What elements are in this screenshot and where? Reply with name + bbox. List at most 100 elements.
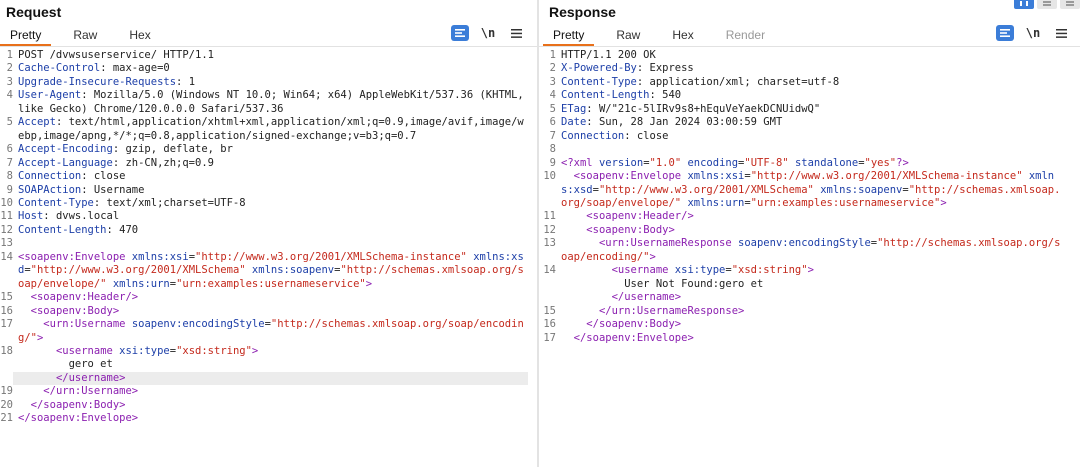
- code-line: 13 <urn:UsernameResponse soapenv:encodin…: [543, 237, 1080, 264]
- code-text: <username xsi:type="xsd:string">: [13, 345, 528, 358]
- request-tab-pretty[interactable]: Pretty: [0, 26, 52, 46]
- code-line: 15 <soapenv:Header/>: [0, 291, 537, 304]
- code-text: </soapenv:Envelope>: [13, 412, 528, 425]
- code-token: </urn:Username>: [43, 385, 139, 398]
- code-token: : Express: [636, 62, 694, 75]
- line-number: 21: [0, 412, 13, 425]
- code-text: </urn:UsernameResponse>: [556, 305, 1061, 318]
- line-number: 13: [543, 237, 556, 250]
- response-tab-pretty[interactable]: Pretty: [543, 26, 595, 46]
- menu-icon[interactable]: [507, 25, 525, 41]
- pretty-toggle-icon[interactable]: [996, 25, 1014, 41]
- line-number: 15: [0, 291, 13, 304]
- code-line: 17 </soapenv:Envelope>: [543, 332, 1080, 345]
- code-text: HTTP/1.1 200 OK: [556, 49, 1061, 62]
- line-number: 11: [0, 210, 13, 223]
- code-token: Upgrade-Insecure-Requests: [18, 75, 177, 88]
- line-number: 2: [549, 62, 556, 75]
- code-token: Connection: [561, 129, 625, 142]
- line-number: 16: [543, 318, 556, 331]
- code-token: >: [36, 331, 44, 344]
- line-number: 12: [0, 223, 13, 236]
- request-editor[interactable]: 1 POST /dvwsuserservice/ HTTP/1.1 2 Cache-C…: [0, 49, 537, 467]
- newline-toggle-icon[interactable]: \n: [479, 25, 497, 41]
- code-line: 9 SOAPAction: Username: [0, 184, 537, 197]
- code-text: Upgrade-Insecure-Requests: 1: [13, 76, 528, 89]
- code-text: ETag: W/"21c-5lIRv9s8+hEquVeYaekDCNUidwQ…: [556, 103, 1061, 116]
- code-line: 12 <soapenv:Body>: [543, 224, 1080, 237]
- code-text: Content-Type: text/xml;charset=UTF-8: [13, 197, 528, 210]
- code-token: Content-Type: [18, 196, 94, 209]
- code-text: Accept-Language: zh-CN,zh;q=0.9: [13, 157, 528, 170]
- request-tab-hex[interactable]: Hex: [119, 26, 160, 46]
- line-number: 17: [0, 318, 13, 331]
- code-token: standalone: [794, 156, 859, 169]
- code-text: <soapenv:Envelope xmlns:xsi="http://www.…: [13, 251, 528, 291]
- line-number: 10: [543, 170, 556, 183]
- code-token: xmlns:soapenv: [820, 183, 903, 196]
- response-header-divider: [539, 46, 1080, 47]
- line-number: 1: [549, 49, 556, 61]
- single-pane-icon[interactable]: [1060, 0, 1080, 9]
- code-text: Content-Length: 540: [556, 89, 1061, 102]
- split-horizontal-icon[interactable]: [1014, 0, 1034, 9]
- line-number: 16: [0, 304, 13, 317]
- line-number: 3: [6, 75, 13, 88]
- code-line: 16 </soapenv:Body>: [543, 318, 1080, 331]
- code-line: 1 POST /dvwsuserservice/ HTTP/1.1: [0, 49, 537, 62]
- code-token: <?xml: [561, 156, 599, 169]
- response-editor[interactable]: 1 HTTP/1.1 200 OK 2 X-Powered-By: Express 3 C…: [543, 49, 1080, 467]
- code-token: Accept-Language: [18, 156, 113, 169]
- code-token: Accept-Encoding: [18, 143, 113, 156]
- code-token: xsi:type: [674, 264, 726, 277]
- code-token: soapenv:encodingStyle: [738, 237, 871, 250]
- code-text: Connection: close: [556, 130, 1061, 143]
- code-token: : close: [81, 170, 126, 183]
- code-line: 11 <soapenv:Header/>: [543, 210, 1080, 223]
- code-token: xmlns:urn: [687, 196, 745, 209]
- response-tab-hex[interactable]: Hex: [662, 26, 703, 46]
- code-token: : dvws.local: [43, 210, 120, 223]
- code-text: </urn:Username>: [13, 385, 528, 398]
- code-line: 5 Accept: text/html,application/xhtml+xml…: [0, 116, 537, 143]
- split-vertical-icon[interactable]: [1037, 0, 1057, 9]
- code-line: </username>: [0, 371, 537, 386]
- menu-icon[interactable]: [1052, 25, 1070, 41]
- code-line: 9 <?xml version="1.0" encoding="UTF-8" st…: [543, 157, 1080, 170]
- code-line: 15 </urn:UsernameResponse>: [543, 305, 1080, 318]
- code-text: </soapenv:Body>: [13, 399, 528, 412]
- code-token: User-Agent: [18, 89, 82, 102]
- code-token: >: [807, 264, 814, 277]
- response-tab-raw[interactable]: Raw: [606, 26, 650, 46]
- code-token: xmlns:soapenv: [251, 264, 335, 277]
- code-token: xsi:type: [119, 344, 170, 357]
- code-token: xmlns:urn: [112, 277, 170, 290]
- line-number: 6: [6, 143, 13, 156]
- element-text: gero et: [68, 358, 113, 371]
- code-token: </username>: [611, 291, 682, 304]
- code-token: Content-Type: [561, 75, 637, 88]
- response-tab-render[interactable]: Render: [716, 26, 775, 46]
- code-token: "http://www.w3.org/2001/XMLSchema": [30, 264, 246, 277]
- code-token: : 540: [649, 89, 682, 102]
- pretty-toggle-icon[interactable]: [451, 25, 469, 41]
- code-token: "urn:examples:usernameservice": [176, 277, 366, 290]
- request-tab-raw[interactable]: Raw: [63, 26, 107, 46]
- newline-toggle-icon[interactable]: \n: [1024, 25, 1042, 41]
- code-token: "urn:examples:usernameservice": [750, 196, 941, 209]
- code-text: <soapenv:Header/>: [556, 210, 1061, 223]
- code-token: "http://www.w3.org/2001/XMLSchema-instan…: [750, 170, 1023, 183]
- response-tabs: Pretty Raw Hex Render: [543, 26, 787, 46]
- code-token: <soapenv:Envelope: [18, 250, 132, 263]
- code-line: 8 Connection: close: [0, 170, 537, 183]
